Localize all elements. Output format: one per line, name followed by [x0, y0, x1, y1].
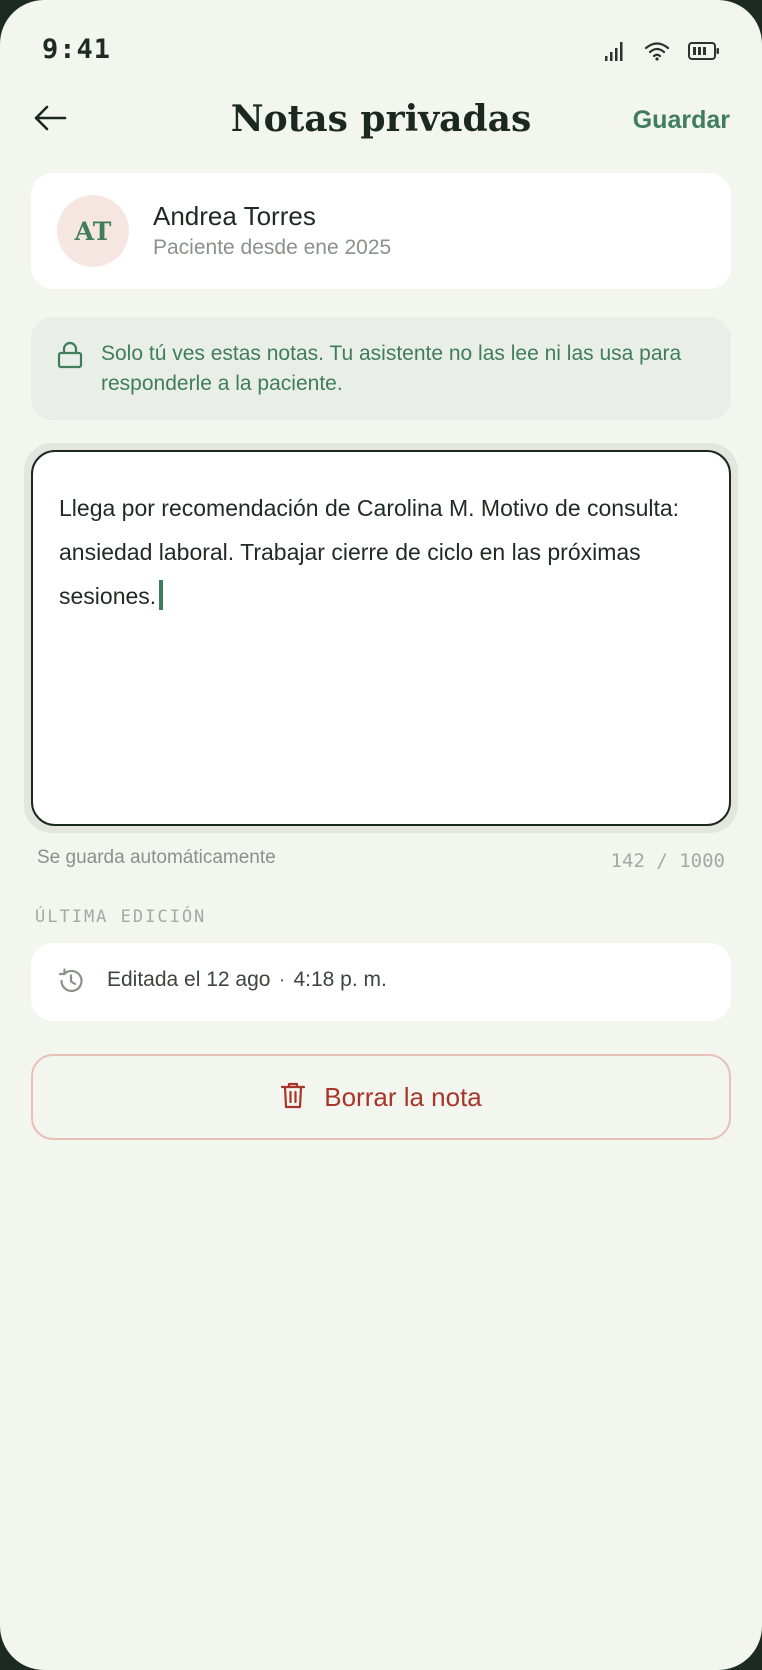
- save-button[interactable]: Guardar: [633, 106, 730, 135]
- last-edit-separator: ·: [278, 968, 286, 991]
- last-edit-card: Editada el 12 ago · 4:18 p. m.: [31, 943, 731, 1021]
- section-label-last-edit: ÚLTIMA EDICIÓN: [35, 907, 207, 927]
- wifi-icon: [644, 41, 670, 61]
- delete-note-button[interactable]: Borrar la nota: [31, 1054, 731, 1140]
- note-textarea[interactable]: Llega por recomendación de Carolina M. M…: [31, 450, 731, 826]
- char-counter: 142 / 1000: [610, 850, 725, 872]
- status-icons: [604, 40, 720, 62]
- patient-name: Andrea Torres: [153, 201, 316, 231]
- last-edit-text: Editada el 12 ago · 4:18 p. m.: [107, 968, 387, 992]
- privacy-notice: Solo tú ves estas notas. Tu asistente no…: [31, 317, 731, 420]
- trash-icon: [280, 1081, 306, 1114]
- autosave-label: Se guarda automáticamente: [37, 847, 276, 868]
- patient-card: AT Andrea Torres Paciente desde ene 2025: [31, 173, 731, 289]
- note-text: Llega por recomendación de Carolina M. M…: [59, 495, 680, 609]
- privacy-text: Solo tú ves estas notas. Tu asistente no…: [101, 342, 682, 395]
- lock-icon: [57, 341, 83, 374]
- battery-icon: [688, 41, 720, 61]
- status-time: 9:41: [42, 34, 112, 65]
- delete-label: Borrar la nota: [324, 1081, 482, 1112]
- signal-icon: [604, 40, 626, 62]
- last-edit-time: 4:18 p. m.: [293, 968, 387, 991]
- text-caret: [159, 580, 164, 610]
- last-edit-date: Editada el 12 ago: [107, 968, 271, 991]
- avatar: AT: [57, 195, 129, 267]
- patient-since: Paciente desde ene 2025: [153, 236, 392, 259]
- phone-screen: 9:41 Notas privadas Guardar AT Andrea To…: [0, 0, 762, 1670]
- history-icon: [57, 967, 85, 1000]
